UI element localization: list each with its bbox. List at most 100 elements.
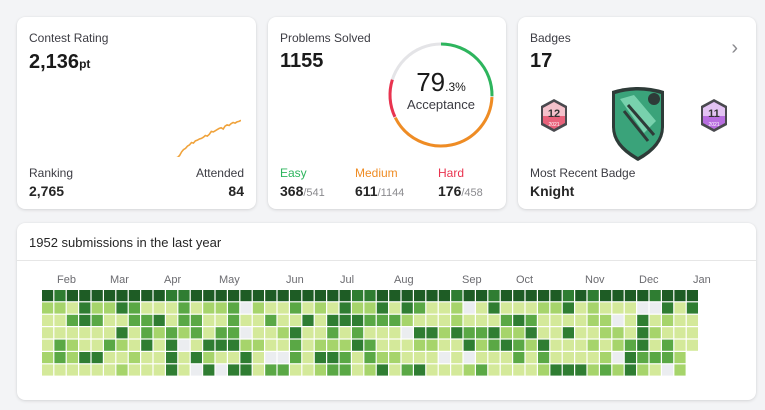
heatmap-cell[interactable]: [252, 314, 264, 326]
heatmap-cell[interactable]: [600, 314, 612, 326]
heatmap-cell[interactable]: [376, 327, 388, 339]
heatmap-cell[interactable]: [203, 314, 215, 326]
heatmap-cell[interactable]: [228, 302, 240, 314]
heatmap-cell[interactable]: [91, 290, 103, 302]
heatmap-cell[interactable]: [463, 339, 475, 351]
heatmap-cell[interactable]: [66, 327, 78, 339]
heatmap-cell[interactable]: [364, 339, 376, 351]
heatmap-cell[interactable]: [104, 290, 116, 302]
heatmap-cell[interactable]: [265, 327, 277, 339]
heatmap-cell[interactable]: [649, 352, 661, 364]
heatmap-cell[interactable]: [91, 302, 103, 314]
heatmap-cell[interactable]: [327, 327, 339, 339]
heatmap-cell[interactable]: [290, 364, 302, 376]
heatmap-cell[interactable]: [438, 364, 450, 376]
heatmap-cell[interactable]: [488, 314, 500, 326]
heatmap-cell[interactable]: [302, 327, 314, 339]
heatmap-cell[interactable]: [116, 302, 128, 314]
heatmap-cell[interactable]: [674, 352, 686, 364]
heatmap-cell[interactable]: [612, 364, 624, 376]
heatmap-cell[interactable]: [438, 339, 450, 351]
heatmap-cell[interactable]: [79, 364, 91, 376]
heatmap-cell[interactable]: [476, 352, 488, 364]
heatmap-cell[interactable]: [116, 314, 128, 326]
heatmap-cell[interactable]: [128, 364, 140, 376]
heatmap-cell[interactable]: [228, 314, 240, 326]
heatmap-cell[interactable]: [314, 302, 326, 314]
heatmap-cell[interactable]: [327, 364, 339, 376]
heatmap-cell[interactable]: [66, 290, 78, 302]
heatmap-cell[interactable]: [587, 352, 599, 364]
heatmap-cell[interactable]: [612, 339, 624, 351]
heatmap-cell[interactable]: [314, 352, 326, 364]
heatmap-cell[interactable]: [463, 327, 475, 339]
heatmap-cell[interactable]: [587, 302, 599, 314]
heatmap-cell[interactable]: [600, 339, 612, 351]
heatmap-cell[interactable]: [488, 302, 500, 314]
heatmap-cell[interactable]: [240, 339, 252, 351]
heatmap-cell[interactable]: [66, 364, 78, 376]
heatmap-cell[interactable]: [153, 327, 165, 339]
heatmap-cell[interactable]: [128, 302, 140, 314]
heatmap-cell[interactable]: [277, 364, 289, 376]
heatmap-cell[interactable]: [352, 364, 364, 376]
heatmap-cell[interactable]: [649, 339, 661, 351]
heatmap-cell[interactable]: [228, 339, 240, 351]
heatmap-cell[interactable]: [612, 314, 624, 326]
heatmap-cell[interactable]: [426, 339, 438, 351]
heatmap-cell[interactable]: [277, 352, 289, 364]
heatmap-cell[interactable]: [414, 327, 426, 339]
heatmap-cell[interactable]: [463, 290, 475, 302]
heatmap-cell[interactable]: [538, 302, 550, 314]
heatmap-cell[interactable]: [215, 339, 227, 351]
heatmap-cell[interactable]: [686, 290, 698, 302]
heatmap-cell[interactable]: [500, 327, 512, 339]
heatmap-cell[interactable]: [389, 339, 401, 351]
heatmap-cell[interactable]: [290, 352, 302, 364]
heatmap-cell[interactable]: [550, 302, 562, 314]
heatmap-cell[interactable]: [575, 302, 587, 314]
heatmap-cell[interactable]: [339, 314, 351, 326]
heatmap-cell[interactable]: [550, 339, 562, 351]
heatmap-cell[interactable]: [166, 290, 178, 302]
heatmap-cell[interactable]: [42, 339, 54, 351]
heatmap-cell[interactable]: [339, 302, 351, 314]
heatmap-cell[interactable]: [166, 327, 178, 339]
heatmap-cell[interactable]: [525, 327, 537, 339]
heatmap-cell[interactable]: [91, 327, 103, 339]
heatmap-cell[interactable]: [562, 314, 574, 326]
heatmap-cell[interactable]: [91, 364, 103, 376]
heatmap-cell[interactable]: [389, 327, 401, 339]
heatmap-cell[interactable]: [587, 290, 599, 302]
heatmap-cell[interactable]: [277, 290, 289, 302]
heatmap-cell[interactable]: [265, 290, 277, 302]
heatmap-cell[interactable]: [203, 339, 215, 351]
heatmap-cell[interactable]: [178, 302, 190, 314]
heatmap-cell[interactable]: [228, 352, 240, 364]
heatmap-cell[interactable]: [265, 302, 277, 314]
heatmap-cell[interactable]: [376, 302, 388, 314]
heatmap-cell[interactable]: [141, 314, 153, 326]
heatmap-cell[interactable]: [401, 314, 413, 326]
heatmap-cell[interactable]: [66, 352, 78, 364]
heatmap-cell[interactable]: [525, 302, 537, 314]
heatmap-cell[interactable]: [451, 364, 463, 376]
heatmap-cell[interactable]: [277, 327, 289, 339]
heatmap-cell[interactable]: [624, 339, 636, 351]
heatmap-cell[interactable]: [389, 302, 401, 314]
heatmap-cell[interactable]: [352, 339, 364, 351]
heatmap-cell[interactable]: [674, 314, 686, 326]
heatmap-cell[interactable]: [401, 302, 413, 314]
heatmap-cell[interactable]: [364, 290, 376, 302]
heatmap-cell[interactable]: [104, 327, 116, 339]
heatmap-cell[interactable]: [240, 327, 252, 339]
heatmap-cell[interactable]: [339, 364, 351, 376]
heatmap-cell[interactable]: [54, 352, 66, 364]
heatmap-cell[interactable]: [128, 290, 140, 302]
heatmap-cell[interactable]: [302, 290, 314, 302]
heatmap-cell[interactable]: [538, 327, 550, 339]
heatmap-cell[interactable]: [265, 314, 277, 326]
heatmap-cell[interactable]: [252, 327, 264, 339]
heatmap-cell[interactable]: [674, 290, 686, 302]
heatmap-cell[interactable]: [438, 302, 450, 314]
